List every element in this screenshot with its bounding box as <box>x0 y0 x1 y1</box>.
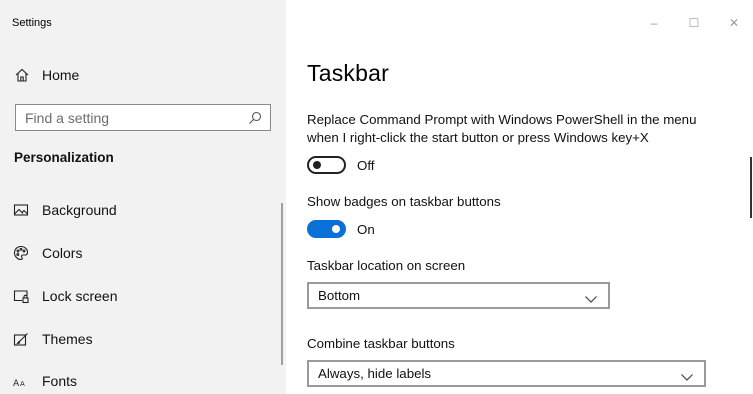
home-label: Home <box>42 67 80 83</box>
badges-toggle-state: On <box>357 221 375 237</box>
main-scrollbar[interactable] <box>750 157 752 218</box>
maximize-button[interactable]: ☐ <box>684 14 704 32</box>
chevron-down-icon <box>680 369 694 381</box>
settings-window: Settings Home Find a setting Personaliza… <box>0 0 753 394</box>
chevron-down-icon <box>584 291 598 303</box>
badges-toggle[interactable] <box>307 220 346 238</box>
toggle-knob <box>332 225 340 233</box>
palette-icon <box>13 245 29 261</box>
sidebar-item-colors[interactable]: Colors <box>13 242 82 264</box>
section-title: Personalization <box>14 150 114 165</box>
app-title: Settings <box>12 17 52 29</box>
sidebar-item-label: Lock screen <box>42 288 118 304</box>
sidebar-scrollbar[interactable] <box>281 203 283 365</box>
sidebar-item-label: Themes <box>42 331 93 347</box>
search-icon[interactable] <box>248 111 262 125</box>
sidebar-item-themes[interactable]: Themes <box>13 328 93 350</box>
powershell-toggle-row[interactable]: Off <box>307 155 375 175</box>
close-button[interactable]: ✕ <box>724 14 744 32</box>
sidebar-item-label: Fonts <box>42 373 78 389</box>
badges-setting-label: Show badges on taskbar buttons <box>307 194 501 209</box>
taskbar-location-value: Bottom <box>318 288 361 303</box>
lock-screen-icon <box>13 288 29 304</box>
svg-text:A: A <box>13 379 20 389</box>
sidebar: Settings Home Find a setting Personaliza… <box>0 0 286 394</box>
home-icon <box>14 67 30 83</box>
powershell-toggle[interactable] <box>307 156 346 174</box>
location-setting-label: Taskbar location on screen <box>307 258 466 273</box>
sidebar-item-background[interactable]: Background <box>13 199 117 221</box>
toggle-knob <box>313 161 321 169</box>
powershell-toggle-state: Off <box>357 157 375 173</box>
search-box[interactable]: Find a setting <box>15 104 271 131</box>
themes-icon <box>13 331 29 347</box>
combine-setting-label: Combine taskbar buttons <box>307 336 455 351</box>
minimize-button[interactable]: – <box>644 14 664 32</box>
combine-buttons-dropdown[interactable]: Always, hide labels <box>307 360 706 387</box>
sidebar-item-lock-screen[interactable]: Lock screen <box>13 285 117 307</box>
search-input[interactable]: Find a setting <box>25 110 248 126</box>
sidebar-item-label: Background <box>42 202 117 218</box>
combine-buttons-value: Always, hide labels <box>318 366 432 381</box>
home-nav-item[interactable]: Home <box>14 64 79 86</box>
taskbar-location-dropdown[interactable]: Bottom <box>307 282 610 309</box>
powershell-setting-label: Replace Command Prompt with Windows Powe… <box>307 112 697 145</box>
badges-toggle-row[interactable]: On <box>307 219 375 239</box>
sidebar-item-fonts[interactable]: A A Fonts <box>13 370 77 392</box>
picture-icon <box>13 202 29 218</box>
svg-text:A: A <box>20 380 25 388</box>
sidebar-item-label: Colors <box>42 245 83 261</box>
fonts-icon: A A <box>13 373 29 389</box>
page-title: Taskbar <box>307 60 389 86</box>
